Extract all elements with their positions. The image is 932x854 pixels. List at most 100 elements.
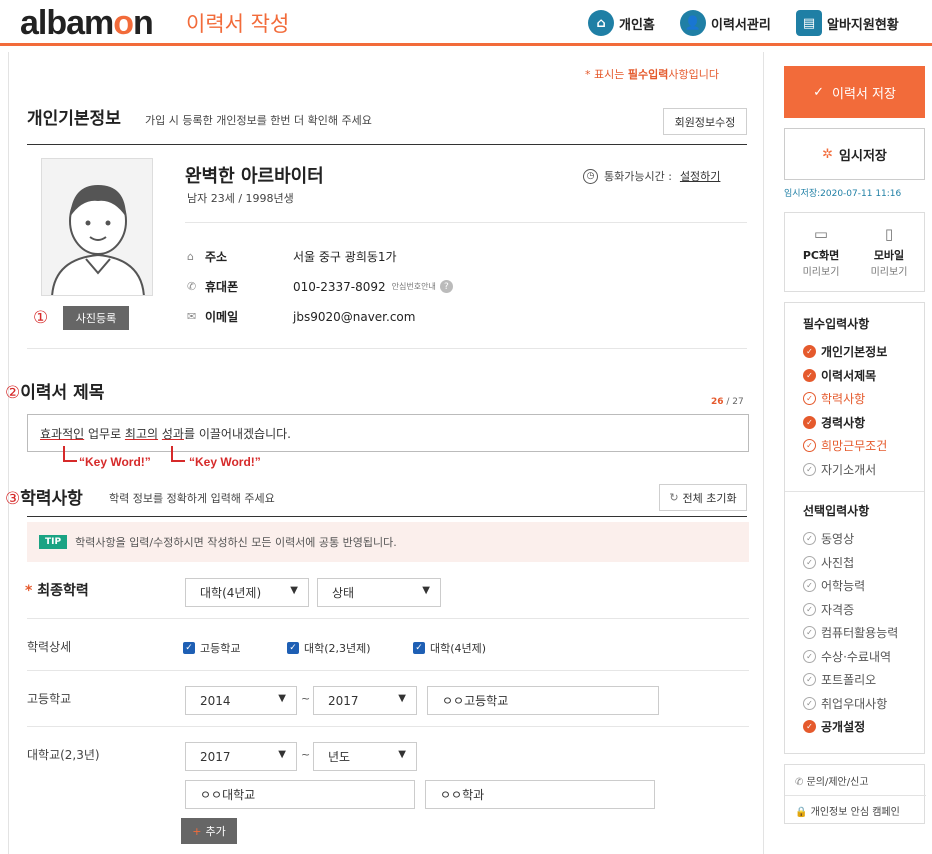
check-circle-icon: ✓ — [803, 345, 816, 359]
resume-title-input[interactable]: 효과적인 업무로 최고의 성과 를 이끌어내겠습니다. — [27, 414, 749, 452]
check-circle-icon: ✓ — [803, 555, 816, 569]
page-title: 이력서 작성 — [186, 12, 290, 36]
college-name-input[interactable]: ㅇㅇ대학교 — [185, 780, 415, 809]
privacy-campaign-link[interactable]: 🔒 개인정보 안심 캠페인 — [795, 803, 900, 818]
call-time-setting-link[interactable]: 설정하기 — [680, 168, 720, 184]
phone-icon: ✆ — [795, 777, 804, 788]
chevron-down-icon: ▼ — [422, 585, 430, 596]
high-school-name-input[interactable]: ㅇㅇ고등학교 — [427, 686, 659, 715]
education-detail-label: 학력상세 — [27, 640, 72, 654]
checkbox-college-2-3[interactable]: ✓ 대학(2,3년제) — [287, 640, 371, 656]
check-circle-icon: ✓ — [803, 392, 816, 406]
pc-preview-button[interactable]: ▭ PC화면 미리보기 — [791, 225, 851, 278]
nav-personal-home[interactable]: ⌂ 개인홈 — [588, 10, 655, 36]
college-major-input[interactable]: ㅇㅇ학과 — [425, 780, 655, 809]
checklist-item[interactable]: ✓ 어학능력 — [803, 574, 924, 598]
checklist-item[interactable]: ✓ 자격증 — [803, 598, 924, 622]
nav-resume-manage[interactable]: 👤 이력서관리 — [680, 10, 771, 36]
reset-all-button[interactable]: ↻ 전체 초기화 — [659, 484, 747, 511]
email-row: ✉ 이메일 jbs9020@naver.com — [187, 309, 416, 325]
check-icon: ✓ — [813, 84, 824, 100]
photo-register-button[interactable]: 사진등록 — [63, 306, 129, 330]
checklist-item[interactable]: ✓ 이력서제목 — [803, 364, 924, 388]
profile-photo-placeholder — [41, 158, 153, 296]
high-school-start-year[interactable]: 2014 ▼ — [185, 686, 297, 715]
optional-title: 선택입력사항 — [803, 504, 870, 518]
checklist-item[interactable]: ✓ 취업우대사항 — [803, 692, 924, 716]
mobile-icon: ▯ — [884, 225, 894, 243]
checklist-item[interactable]: ✓ 사진첩 — [803, 551, 924, 575]
spinner-icon: ✲ — [822, 146, 834, 162]
save-resume-button[interactable]: ✓ 이력서 저장 — [784, 66, 925, 118]
keyword-annotation-2: “Key Word!” — [189, 455, 261, 469]
checklist-box: 필수입력사항 ✓ 개인기본정보 ✓ 이력서제목 ✓ 학력사항 ✓ 경력사항 ✓ 희망근무조건 ✓ 자기… — [784, 302, 925, 754]
college-label: 대학교(2,3년) — [27, 748, 100, 762]
chevron-down-icon: ▼ — [278, 749, 286, 760]
temp-save-button[interactable]: ✲ 임시저장 — [784, 128, 925, 180]
check-circle-icon: ✓ — [803, 462, 816, 476]
phone-icon: ✆ — [187, 280, 197, 293]
checklist-item[interactable]: ✓ 공개설정 — [803, 715, 924, 739]
chevron-down-icon: ▼ — [278, 693, 286, 704]
checkbox-university-4[interactable]: ✓ 대학(4년제) — [413, 640, 486, 656]
check-circle-icon: ✓ — [803, 439, 816, 453]
check-circle-icon: ✓ — [803, 720, 816, 734]
college-end-year[interactable]: 년도 ▼ — [313, 742, 417, 771]
clock-icon: ◷ — [583, 168, 598, 184]
home-small-icon: ⌂ — [187, 250, 194, 263]
education-subtitle: 학력 정보를 정확하게 입력해 주세요 — [109, 492, 275, 505]
lock-icon: 🔒 — [795, 807, 808, 818]
personal-info-subtitle: 가입 시 등록한 개인정보를 한번 더 확인해 주세요 — [145, 114, 372, 127]
resume-title-section: ②이력서 제목 — [5, 383, 105, 403]
checklist-item[interactable]: ✓ 동영상 — [803, 527, 924, 551]
phone-row: ✆ 휴대폰 010-2337-8092 안심번호안내 ? — [187, 278, 453, 295]
temp-save-time: 임시저장:2020-07-11 11:16 — [784, 189, 902, 199]
add-education-button[interactable]: + 추가 — [181, 818, 237, 844]
checklist-item[interactable]: ✓ 수상·수료내역 — [803, 645, 924, 669]
required-note: * 표시는 필수입력사항입니다 — [585, 68, 719, 81]
tip-badge: TIP — [39, 535, 68, 549]
check-circle-icon: ✓ — [803, 696, 816, 710]
education-status-select[interactable]: 상태 ▼ — [317, 578, 441, 607]
final-education-select[interactable]: 대학(4년제) ▼ — [185, 578, 309, 607]
header: albamon 이력서 작성 ⌂ 개인홈 👤 이력서관리 ▤ 알바지원현황 — [0, 0, 932, 46]
chevron-down-icon: ▼ — [290, 585, 298, 596]
help-icon[interactable]: ? — [439, 280, 453, 293]
checklist-item[interactable]: ✓ 자기소개서 — [803, 458, 924, 482]
address-row: ⌂ 주소 서울 중구 광희동1가 — [187, 250, 397, 264]
check-circle-icon: ✓ — [803, 673, 816, 687]
checkbox-high-school[interactable]: ✓ 고등학교 — [183, 640, 240, 656]
checklist-item[interactable]: ✓ 학력사항 — [803, 387, 924, 411]
required-title: 필수입력사항 — [803, 317, 870, 331]
title-char-count: 26 / 27 — [711, 397, 744, 407]
check-circle-icon: ✓ — [803, 532, 816, 546]
keyword-annotation-1: “Key Word!” — [79, 455, 151, 469]
checklist-item[interactable]: ✓ 포트폴리오 — [803, 668, 924, 692]
nav-application-status[interactable]: ▤ 알바지원현황 — [796, 10, 899, 36]
required-list: ✓ 개인기본정보 ✓ 이력서제목 ✓ 학력사항 ✓ 경력사항 ✓ 희망근무조건 ✓ 자기소개서 — [803, 340, 924, 481]
tip-box: TIP 학력사항을 입력/수정하시면 작성하신 모든 이력서에 공통 반영됩니다… — [27, 522, 749, 562]
user-meta: 남자 23세 / 1998년생 — [187, 192, 294, 205]
mail-icon: ✉ — [187, 310, 197, 323]
main-content: * 표시는 필수입력사항입니다 개인기본정보 가입 시 등록한 개인정보를 한번… — [5, 52, 764, 854]
albamon-logo[interactable]: albamon — [20, 4, 154, 43]
checklist-item[interactable]: ✓ 개인기본정보 — [803, 340, 924, 364]
inquiry-link[interactable]: ✆ 문의/제안/신고 — [795, 773, 869, 788]
check-circle-icon: ✓ — [803, 602, 816, 616]
checklist-item[interactable]: ✓ 컴퓨터활용능력 — [803, 621, 924, 645]
high-school-end-year[interactable]: 2017 ▼ — [313, 686, 417, 715]
check-circle-icon: ✓ — [803, 415, 816, 429]
optional-list: ✓ 동영상 ✓ 사진첩 ✓ 어학능력 ✓ 자격증 ✓ 컴퓨터활용능력 ✓ 수상·수료내역 ✓ 포트폴리오 ✓… — [803, 527, 924, 739]
checklist-item[interactable]: ✓ 경력사항 — [803, 411, 924, 435]
education-section-title: ③학력사항 — [5, 489, 83, 509]
mobile-preview-button[interactable]: ▯ 모바일 미리보기 — [859, 225, 919, 278]
high-school-label: 고등학교 — [27, 692, 72, 706]
final-education-label: * 최종학력 — [25, 583, 89, 599]
refresh-icon: ↻ — [669, 491, 679, 504]
avatar-icon — [51, 185, 145, 295]
check-circle-icon: ✓ — [803, 626, 816, 640]
college-start-year[interactable]: 2017 ▼ — [185, 742, 297, 771]
personal-info-title: 개인기본정보 — [27, 109, 121, 129]
edit-member-info-button[interactable]: 회원정보수정 — [663, 108, 747, 135]
checklist-item[interactable]: ✓ 희망근무조건 — [803, 434, 924, 458]
